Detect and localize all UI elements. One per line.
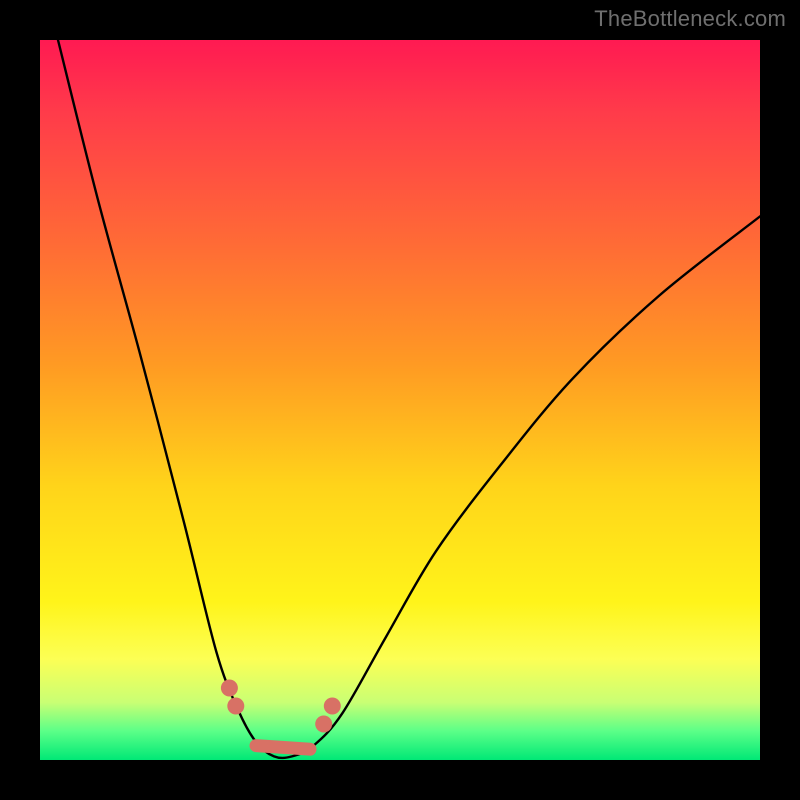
watermark-text: TheBottleneck.com — [594, 6, 786, 32]
left-lower-dot — [227, 698, 244, 715]
plot-area — [40, 40, 760, 760]
marker-dots — [221, 680, 341, 733]
right-upper-dot — [324, 698, 341, 715]
curve-layer — [40, 40, 760, 760]
bottleneck-curve — [58, 40, 760, 758]
right-lower-dot — [315, 716, 332, 733]
left-upper-dot — [221, 680, 238, 697]
valley-floor-marker — [256, 746, 310, 750]
chart-frame: TheBottleneck.com — [0, 0, 800, 800]
